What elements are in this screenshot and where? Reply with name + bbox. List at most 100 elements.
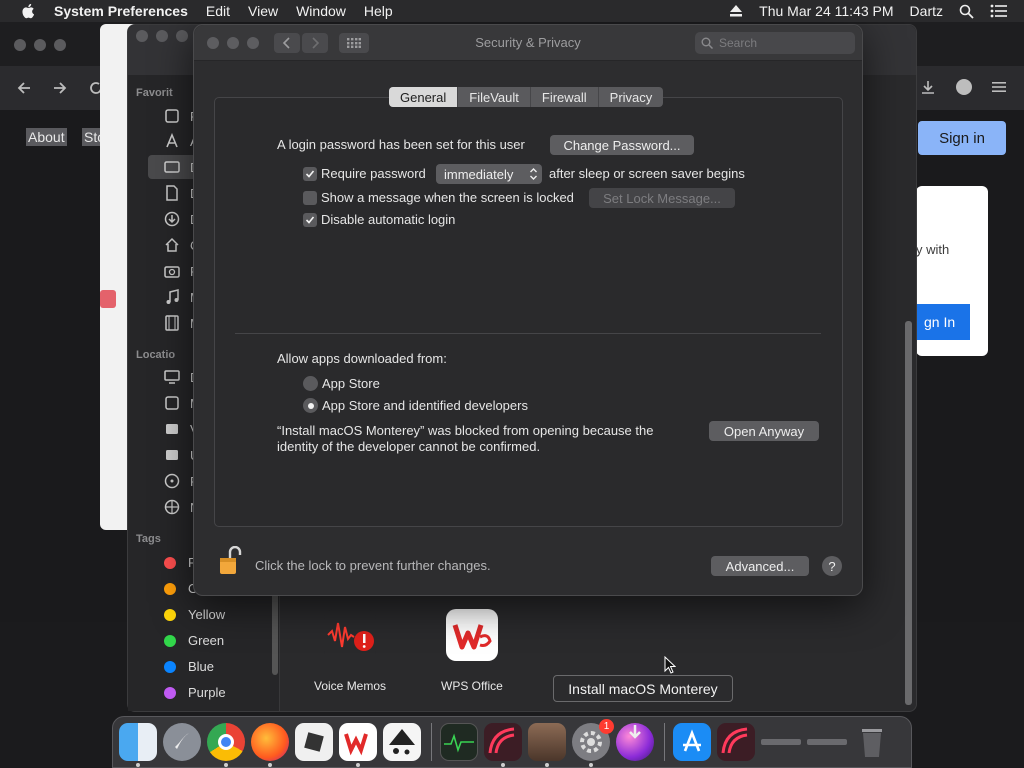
blocked-message-line-2: identity of the developer cannot be conf… <box>277 439 541 454</box>
trash-icon[interactable] <box>853 723 891 761</box>
menu-user[interactable]: Dartz <box>910 3 943 19</box>
advanced-button[interactable]: Advanced... <box>711 556 809 576</box>
install-monterey-icon[interactable] <box>616 723 654 761</box>
chevron-up-down-icon <box>530 168 537 180</box>
unlocked-padlock-icon[interactable] <box>219 546 243 576</box>
sidebar-item-label: Purple <box>188 685 226 700</box>
after-sleep-text: after sleep or screen saver begins <box>549 166 745 181</box>
film-icon <box>165 315 179 331</box>
login-password-text: A login password has been set for this u… <box>277 137 525 152</box>
help-button[interactable]: ? <box>822 556 842 576</box>
finder-zoom-icon[interactable] <box>176 30 188 42</box>
back-arrow-icon[interactable] <box>16 80 32 96</box>
app-icon-brown[interactable] <box>528 723 566 767</box>
app-icon-red-arc-2[interactable] <box>717 723 755 761</box>
menu-clock[interactable]: Thu Mar 24 11:43 PM <box>759 3 893 19</box>
sidebar-tag-green[interactable]: Green <box>164 633 224 648</box>
minimized-window-thumb <box>807 739 847 745</box>
minimized-window-icon-2[interactable] <box>807 723 847 761</box>
finder-close-icon[interactable] <box>136 30 148 42</box>
sidebar-item-label: Blue <box>188 659 215 674</box>
sidebar-tag-yellow[interactable]: Yellow <box>164 607 225 622</box>
notification-badge: 1 <box>599 719 614 734</box>
radio-app-store-label: App Store <box>322 376 380 391</box>
menu-edit[interactable]: Edit <box>206 3 230 19</box>
close-icon[interactable] <box>14 39 26 51</box>
open-anyway-button[interactable]: Open Anyway <box>709 421 819 441</box>
app-store-a-icon <box>683 729 701 752</box>
allow-apps-title: Allow apps downloaded from: <box>277 351 447 366</box>
app-tile-wps-office[interactable]: WPS Office <box>441 609 503 693</box>
app-icon-red-arc[interactable] <box>484 723 522 767</box>
app-tile-voice-memos[interactable]: Voice Memos <box>314 609 386 693</box>
about-link[interactable]: About <box>26 128 67 146</box>
running-indicator <box>136 763 140 767</box>
tab-firewall[interactable]: Firewall <box>531 87 599 107</box>
finder-scrollbar[interactable] <box>905 321 912 705</box>
search-icon <box>701 37 713 49</box>
running-indicator <box>268 763 272 767</box>
prefs-search-box[interactable] <box>695 32 855 54</box>
dock-separator <box>431 723 432 761</box>
store-link[interactable]: Sto <box>82 128 102 146</box>
app-menu-system-preferences[interactable]: System Preferences <box>54 3 188 19</box>
browser-menu-icon[interactable] <box>992 80 1006 94</box>
finder-traffic-lights <box>136 30 188 42</box>
checkmark-icon <box>305 216 315 224</box>
sidebar-tag-purple[interactable]: Purple <box>164 685 226 700</box>
firefox-icon[interactable] <box>251 723 289 767</box>
inkscape-icon[interactable] <box>383 723 421 761</box>
voice-memos-icon <box>324 609 377 661</box>
tag-dot-red <box>164 556 176 569</box>
control-center-icon[interactable] <box>990 4 1008 18</box>
wps-icon[interactable] <box>339 723 377 767</box>
radio-app-store[interactable] <box>303 376 318 391</box>
require-password-checkbox[interactable] <box>303 167 317 181</box>
search-input[interactable] <box>719 36 839 50</box>
activity-monitor-icon[interactable] <box>440 723 478 761</box>
finder-icon[interactable] <box>119 723 157 767</box>
sign-in-button[interactable]: Sign in <box>918 121 1006 155</box>
tab-general[interactable]: General <box>389 87 459 107</box>
profile-avatar-icon[interactable] <box>956 79 972 95</box>
forward-arrow-icon[interactable] <box>52 80 68 96</box>
section-divider <box>235 333 821 334</box>
apple-menu-icon[interactable] <box>20 2 38 20</box>
spotlight-search-icon[interactable] <box>959 4 974 19</box>
running-indicator <box>589 763 593 767</box>
download-icon[interactable] <box>920 79 936 95</box>
sidebar-tag-blue[interactable]: Blue <box>164 659 214 674</box>
downloads-icon <box>164 211 180 227</box>
menu-window[interactable]: Window <box>296 3 346 19</box>
minimize-icon[interactable] <box>34 39 46 51</box>
checkmark-icon <box>305 170 315 178</box>
card-sign-in-button[interactable]: gn In <box>916 304 970 340</box>
menu-view[interactable]: View <box>248 3 278 19</box>
tab-privacy[interactable]: Privacy <box>599 87 664 107</box>
running-indicator <box>224 763 228 767</box>
finder-minimize-icon[interactable] <box>156 30 168 42</box>
lock-hint-text: Click the lock to prevent further change… <box>255 558 491 573</box>
menu-help[interactable]: Help <box>364 3 393 19</box>
download-arrow-icon <box>629 725 641 739</box>
require-password-value: immediately <box>444 166 514 182</box>
radio-identified-developers[interactable] <box>303 398 318 413</box>
app-store-icon[interactable] <box>673 723 711 761</box>
tab-filevault[interactable]: FileVault <box>458 87 531 107</box>
dock: 1 <box>112 716 912 768</box>
rocket-icon <box>175 733 189 749</box>
system-preferences-icon[interactable]: 1 <box>572 719 614 767</box>
disable-auto-login-checkbox[interactable] <box>303 213 317 227</box>
launchpad-icon[interactable] <box>163 723 201 761</box>
set-lock-message-button[interactable]: Set Lock Message... <box>589 188 735 208</box>
show-message-checkbox[interactable] <box>303 191 317 205</box>
sidebar-heading-tags: Tags <box>136 533 161 545</box>
minimized-window-icon-1[interactable] <box>761 723 801 761</box>
roblox-icon[interactable] <box>295 723 333 761</box>
eject-icon[interactable] <box>729 5 743 17</box>
change-password-button[interactable]: Change Password... <box>550 135 694 155</box>
require-password-popup[interactable]: immediately <box>436 164 542 184</box>
prefs-tab-bar: General FileVault Firewall Privacy <box>389 87 664 107</box>
chrome-icon[interactable] <box>207 723 245 767</box>
zoom-icon[interactable] <box>54 39 66 51</box>
